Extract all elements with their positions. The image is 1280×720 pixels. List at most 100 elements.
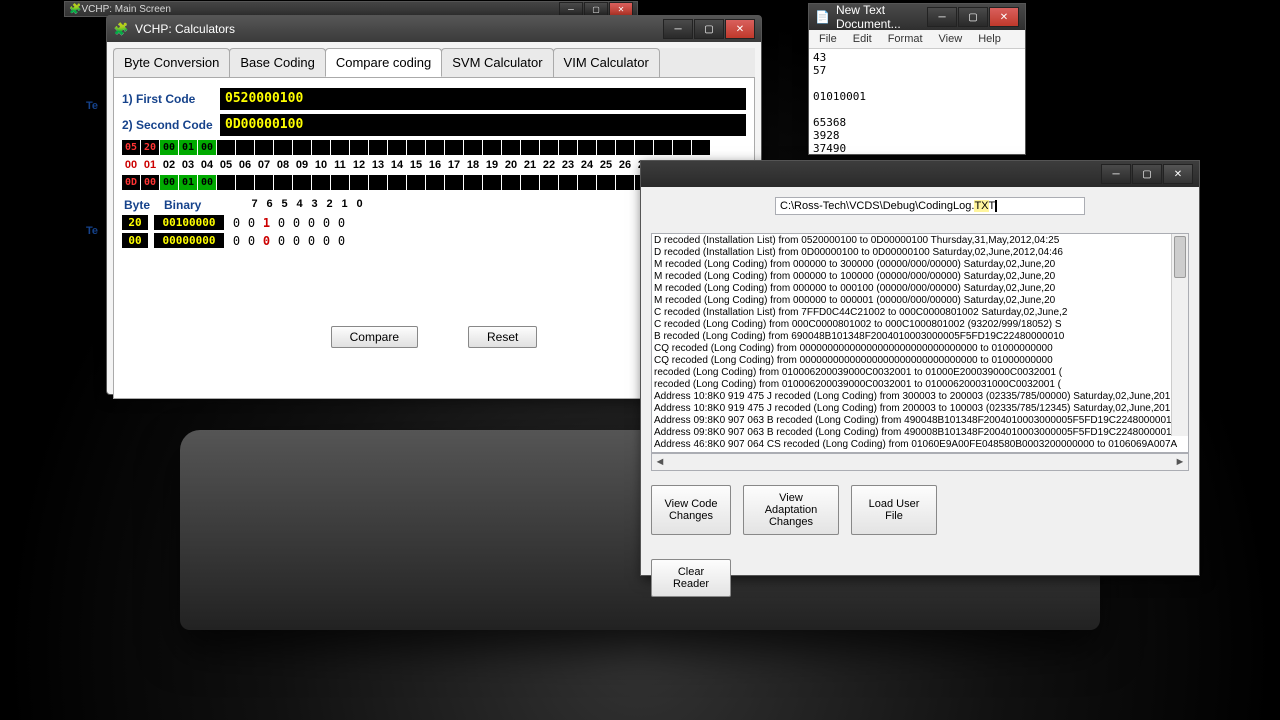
- byte-cell[interactable]: 00: [141, 175, 159, 190]
- log-line[interactable]: C recoded (Installation List) from 7FFD0…: [654, 307, 1186, 319]
- maximize-button[interactable]: ▢: [958, 7, 988, 27]
- titlebar[interactable]: 📄 New Text Document... ─ ▢ ✕: [809, 4, 1025, 30]
- menu-help[interactable]: Help: [970, 31, 1009, 47]
- titlebar[interactable]: 🧩 VCHP: Calculators ─ ▢ ✕: [107, 16, 761, 42]
- log-line[interactable]: Address 10:8K0 919 475 J recoded (Long C…: [654, 403, 1186, 415]
- byte-cell[interactable]: [540, 140, 558, 155]
- byte-cell[interactable]: [635, 140, 653, 155]
- log-line[interactable]: D recoded (Installation List) from 0D000…: [654, 247, 1186, 259]
- tab-svm-calculator[interactable]: SVM Calculator: [441, 48, 553, 77]
- compare-button[interactable]: Compare: [331, 326, 418, 348]
- byte-cell[interactable]: [483, 175, 501, 190]
- byte-cell[interactable]: [369, 140, 387, 155]
- tab-byte-conversion[interactable]: Byte Conversion: [113, 48, 230, 77]
- close-button[interactable]: ✕: [725, 19, 755, 39]
- byte-cell[interactable]: [692, 140, 710, 155]
- close-button[interactable]: ✕: [989, 7, 1019, 27]
- scrollbar-vertical[interactable]: [1171, 234, 1188, 436]
- menu-view[interactable]: View: [931, 31, 971, 47]
- tab-compare-coding[interactable]: Compare coding: [325, 48, 442, 77]
- byte-cell[interactable]: [369, 175, 387, 190]
- close-button[interactable]: ✕: [1163, 164, 1193, 184]
- byte-cell[interactable]: 00: [198, 140, 216, 155]
- byte-cell[interactable]: [407, 140, 425, 155]
- byte-cell[interactable]: [274, 175, 292, 190]
- clear-reader-button[interactable]: Clear Reader: [651, 559, 731, 597]
- byte-cell[interactable]: [274, 140, 292, 155]
- byte-cell[interactable]: [312, 140, 330, 155]
- minimize-button[interactable]: ─: [663, 19, 693, 39]
- byte-cell[interactable]: [578, 175, 596, 190]
- byte-cell[interactable]: 00: [198, 175, 216, 190]
- log-line[interactable]: Address 09:8K0 907 063 B recoded (Long C…: [654, 415, 1186, 427]
- maximize-button[interactable]: ▢: [584, 2, 608, 16]
- log-line[interactable]: Address 09:8K0 907 063 B recoded (Long C…: [654, 427, 1186, 439]
- view-adaptation-changes-button[interactable]: View AdaptationChanges: [743, 485, 839, 535]
- byte-cell[interactable]: [445, 140, 463, 155]
- byte-cell[interactable]: [464, 140, 482, 155]
- byte-cell[interactable]: 01: [179, 140, 197, 155]
- reset-button[interactable]: Reset: [468, 326, 537, 348]
- byte-cell[interactable]: [540, 175, 558, 190]
- byte-cell[interactable]: [350, 140, 368, 155]
- log-line[interactable]: recoded (Long Coding) from 0100062000390…: [654, 367, 1186, 379]
- byte-cell[interactable]: [597, 140, 615, 155]
- log-line[interactable]: C recoded (Long Coding) from 000C0000801…: [654, 319, 1186, 331]
- tab-base-coding[interactable]: Base Coding: [229, 48, 325, 77]
- byte-cell[interactable]: 01: [179, 175, 197, 190]
- log-line[interactable]: recoded (Long Coding) from 0100062000390…: [654, 379, 1186, 391]
- menu-file[interactable]: File: [811, 31, 845, 47]
- byte-cell[interactable]: 00: [160, 140, 178, 155]
- byte-cell[interactable]: [445, 175, 463, 190]
- log-line[interactable]: Address 46:8K0 907 064 CS recoded (Long …: [654, 439, 1186, 451]
- minimize-button[interactable]: ─: [1101, 164, 1131, 184]
- byte-cell[interactable]: [236, 175, 254, 190]
- byte-cell[interactable]: [502, 175, 520, 190]
- minimize-button[interactable]: ─: [559, 2, 583, 16]
- byte-cell[interactable]: [388, 140, 406, 155]
- byte-cell[interactable]: [350, 175, 368, 190]
- byte-cell[interactable]: [673, 140, 691, 155]
- byte-cell[interactable]: [331, 175, 349, 190]
- byte-cell[interactable]: [426, 175, 444, 190]
- titlebar[interactable]: ─ ▢ ✕: [641, 161, 1199, 187]
- byte-cell[interactable]: [293, 175, 311, 190]
- byte-cell[interactable]: [521, 140, 539, 155]
- path-input[interactable]: C:\Ross-Tech\VCDS\Debug\CodingLog.TXT: [775, 197, 1085, 215]
- first-code-input[interactable]: 0520000100: [220, 88, 746, 110]
- byte-cell[interactable]: [293, 140, 311, 155]
- load-user-file-button[interactable]: Load User File: [851, 485, 937, 535]
- second-code-input[interactable]: 0D00000100: [220, 114, 746, 136]
- log-line[interactable]: D recoded (Installation List) from 05200…: [654, 235, 1186, 247]
- tab-vim-calculator[interactable]: VIM Calculator: [553, 48, 660, 77]
- view-code-changes-button[interactable]: View CodeChanges: [651, 485, 731, 535]
- scrollbar-horizontal[interactable]: ◄ ►: [651, 453, 1189, 471]
- byte-cell[interactable]: [426, 140, 444, 155]
- byte-cell[interactable]: [255, 140, 273, 155]
- byte-cell[interactable]: [217, 175, 235, 190]
- byte-cell[interactable]: [464, 175, 482, 190]
- byte-cell[interactable]: [331, 140, 349, 155]
- byte-cell[interactable]: [502, 140, 520, 155]
- byte-cell[interactable]: [388, 175, 406, 190]
- log-line[interactable]: M recoded (Long Coding) from 000000 to 3…: [654, 259, 1186, 271]
- byte-cell[interactable]: [312, 175, 330, 190]
- byte-cell[interactable]: 05: [122, 140, 140, 155]
- log-line[interactable]: CQ recoded (Long Coding) from 0000000000…: [654, 355, 1186, 367]
- byte-cell[interactable]: [407, 175, 425, 190]
- byte-cell[interactable]: 20: [141, 140, 159, 155]
- menu-format[interactable]: Format: [880, 31, 931, 47]
- log-line[interactable]: Address 10:8K0 919 475 J recoded (Long C…: [654, 391, 1186, 403]
- scroll-right-icon[interactable]: ►: [1172, 456, 1188, 468]
- byte-cell[interactable]: [236, 140, 254, 155]
- byte-cell[interactable]: [559, 175, 577, 190]
- log-line[interactable]: M recoded (Long Coding) from 000000 to 0…: [654, 295, 1186, 307]
- byte-cell[interactable]: [559, 140, 577, 155]
- byte-cell[interactable]: [578, 140, 596, 155]
- byte-cell[interactable]: 00: [160, 175, 178, 190]
- log-line[interactable]: B recoded (Long Coding) from 690048B1013…: [654, 331, 1186, 343]
- log-line[interactable]: M recoded (Long Coding) from 000000 to 0…: [654, 283, 1186, 295]
- byte-cell[interactable]: [597, 175, 615, 190]
- byte-cell[interactable]: [616, 140, 634, 155]
- maximize-button[interactable]: ▢: [1132, 164, 1162, 184]
